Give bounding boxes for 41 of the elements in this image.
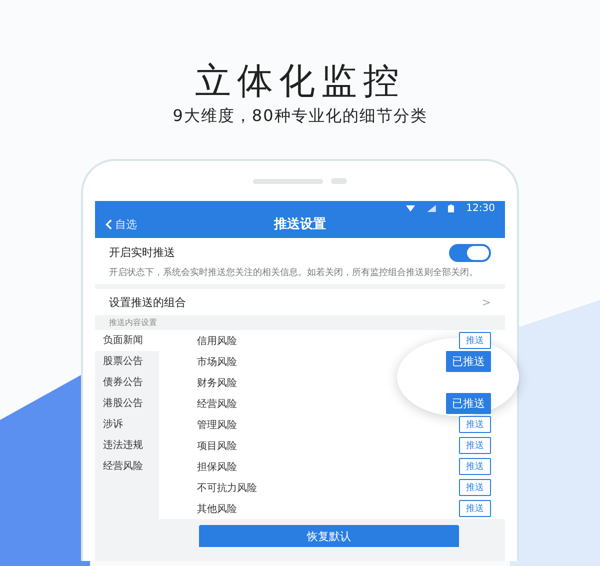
- push-button[interactable]: 推送: [459, 458, 491, 475]
- wifi-icon: [406, 205, 416, 212]
- battery-icon: [448, 204, 454, 213]
- push-button[interactable]: 推送: [459, 332, 491, 349]
- push-button[interactable]: 推送: [459, 500, 491, 517]
- chevron-left-icon: [105, 218, 112, 230]
- headline: 立体化监控: [195, 60, 405, 104]
- risk-label: 不可抗力风险: [197, 482, 257, 494]
- restore-default-button[interactable]: 恢复默认: [199, 525, 459, 547]
- status-time: 12:30: [466, 203, 495, 214]
- category-item[interactable]: 负面新闻: [95, 330, 159, 351]
- section-label: 推送内容设置: [108, 317, 158, 329]
- risk-label: 财务风险: [197, 376, 237, 390]
- toggle-switch[interactable]: [449, 244, 491, 262]
- signal-icon: [427, 205, 436, 212]
- risk-label: 管理风险: [197, 418, 237, 432]
- speaker-icon: [253, 178, 323, 184]
- push-button[interactable]: 已推送: [446, 351, 491, 372]
- sensor-icon: [331, 178, 347, 184]
- setting-label: 开启实时推送: [109, 245, 175, 260]
- push-button[interactable]: 推送: [459, 437, 491, 454]
- category-item[interactable]: 违法违规: [95, 435, 159, 456]
- back-button[interactable]: 自选: [105, 216, 137, 232]
- risk-label: 担保风险: [197, 460, 237, 474]
- push-button[interactable]: 推送: [459, 416, 491, 433]
- risk-label: 经营风险: [197, 398, 237, 410]
- category-item[interactable]: 债券公告: [95, 372, 159, 393]
- category-item[interactable]: 港股公告: [95, 393, 159, 414]
- risk-label: 信用风险: [197, 334, 237, 348]
- risk-label: 市场风险: [197, 356, 237, 368]
- category-item[interactable]: 经营风险: [95, 456, 159, 477]
- push-button[interactable]: 已推送: [446, 393, 491, 414]
- combo-row[interactable]: 设置推送的组合 >: [95, 289, 505, 315]
- category-item[interactable]: 涉诉: [95, 414, 159, 435]
- risk-label: 其他风险: [197, 502, 237, 516]
- category-item[interactable]: 股票公告: [95, 351, 159, 372]
- setting-description: 开启状态下，系统会实时推送您关注的相关信息。如若关闭，所有监控组合推送则全部关闭。: [108, 267, 479, 280]
- risk-label: 项目风险: [197, 440, 237, 452]
- screen-title: 推送设置: [274, 216, 326, 233]
- subheadline: 9大维度，80种专业化的细节分类: [172, 106, 428, 127]
- push-button[interactable]: 推送: [459, 479, 491, 496]
